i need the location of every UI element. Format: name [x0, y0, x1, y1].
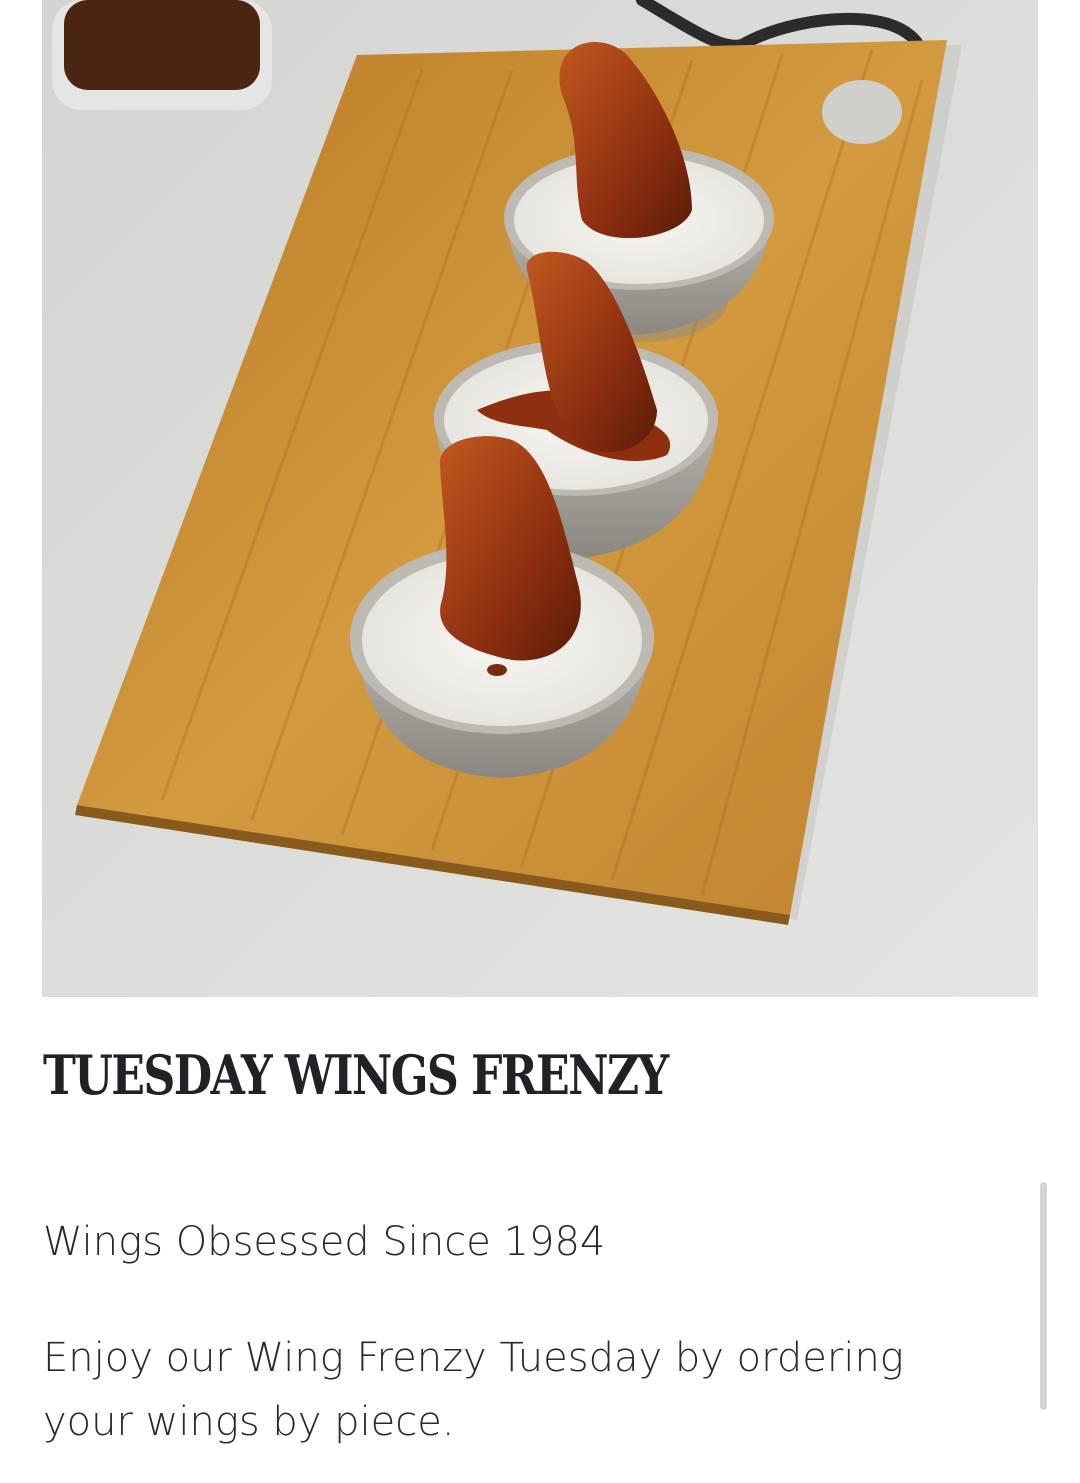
promo-image — [42, 0, 1038, 997]
promo-title: TUESDAY WINGS FRENZY — [43, 1043, 669, 1107]
promo-tagline: Wings Obsessed Since 1984 — [43, 1219, 606, 1265]
promo-description: Enjoy our Wing Frenzy Tuesday by orderin… — [43, 1335, 904, 1445]
scrollbar[interactable] — [1040, 1182, 1047, 1410]
